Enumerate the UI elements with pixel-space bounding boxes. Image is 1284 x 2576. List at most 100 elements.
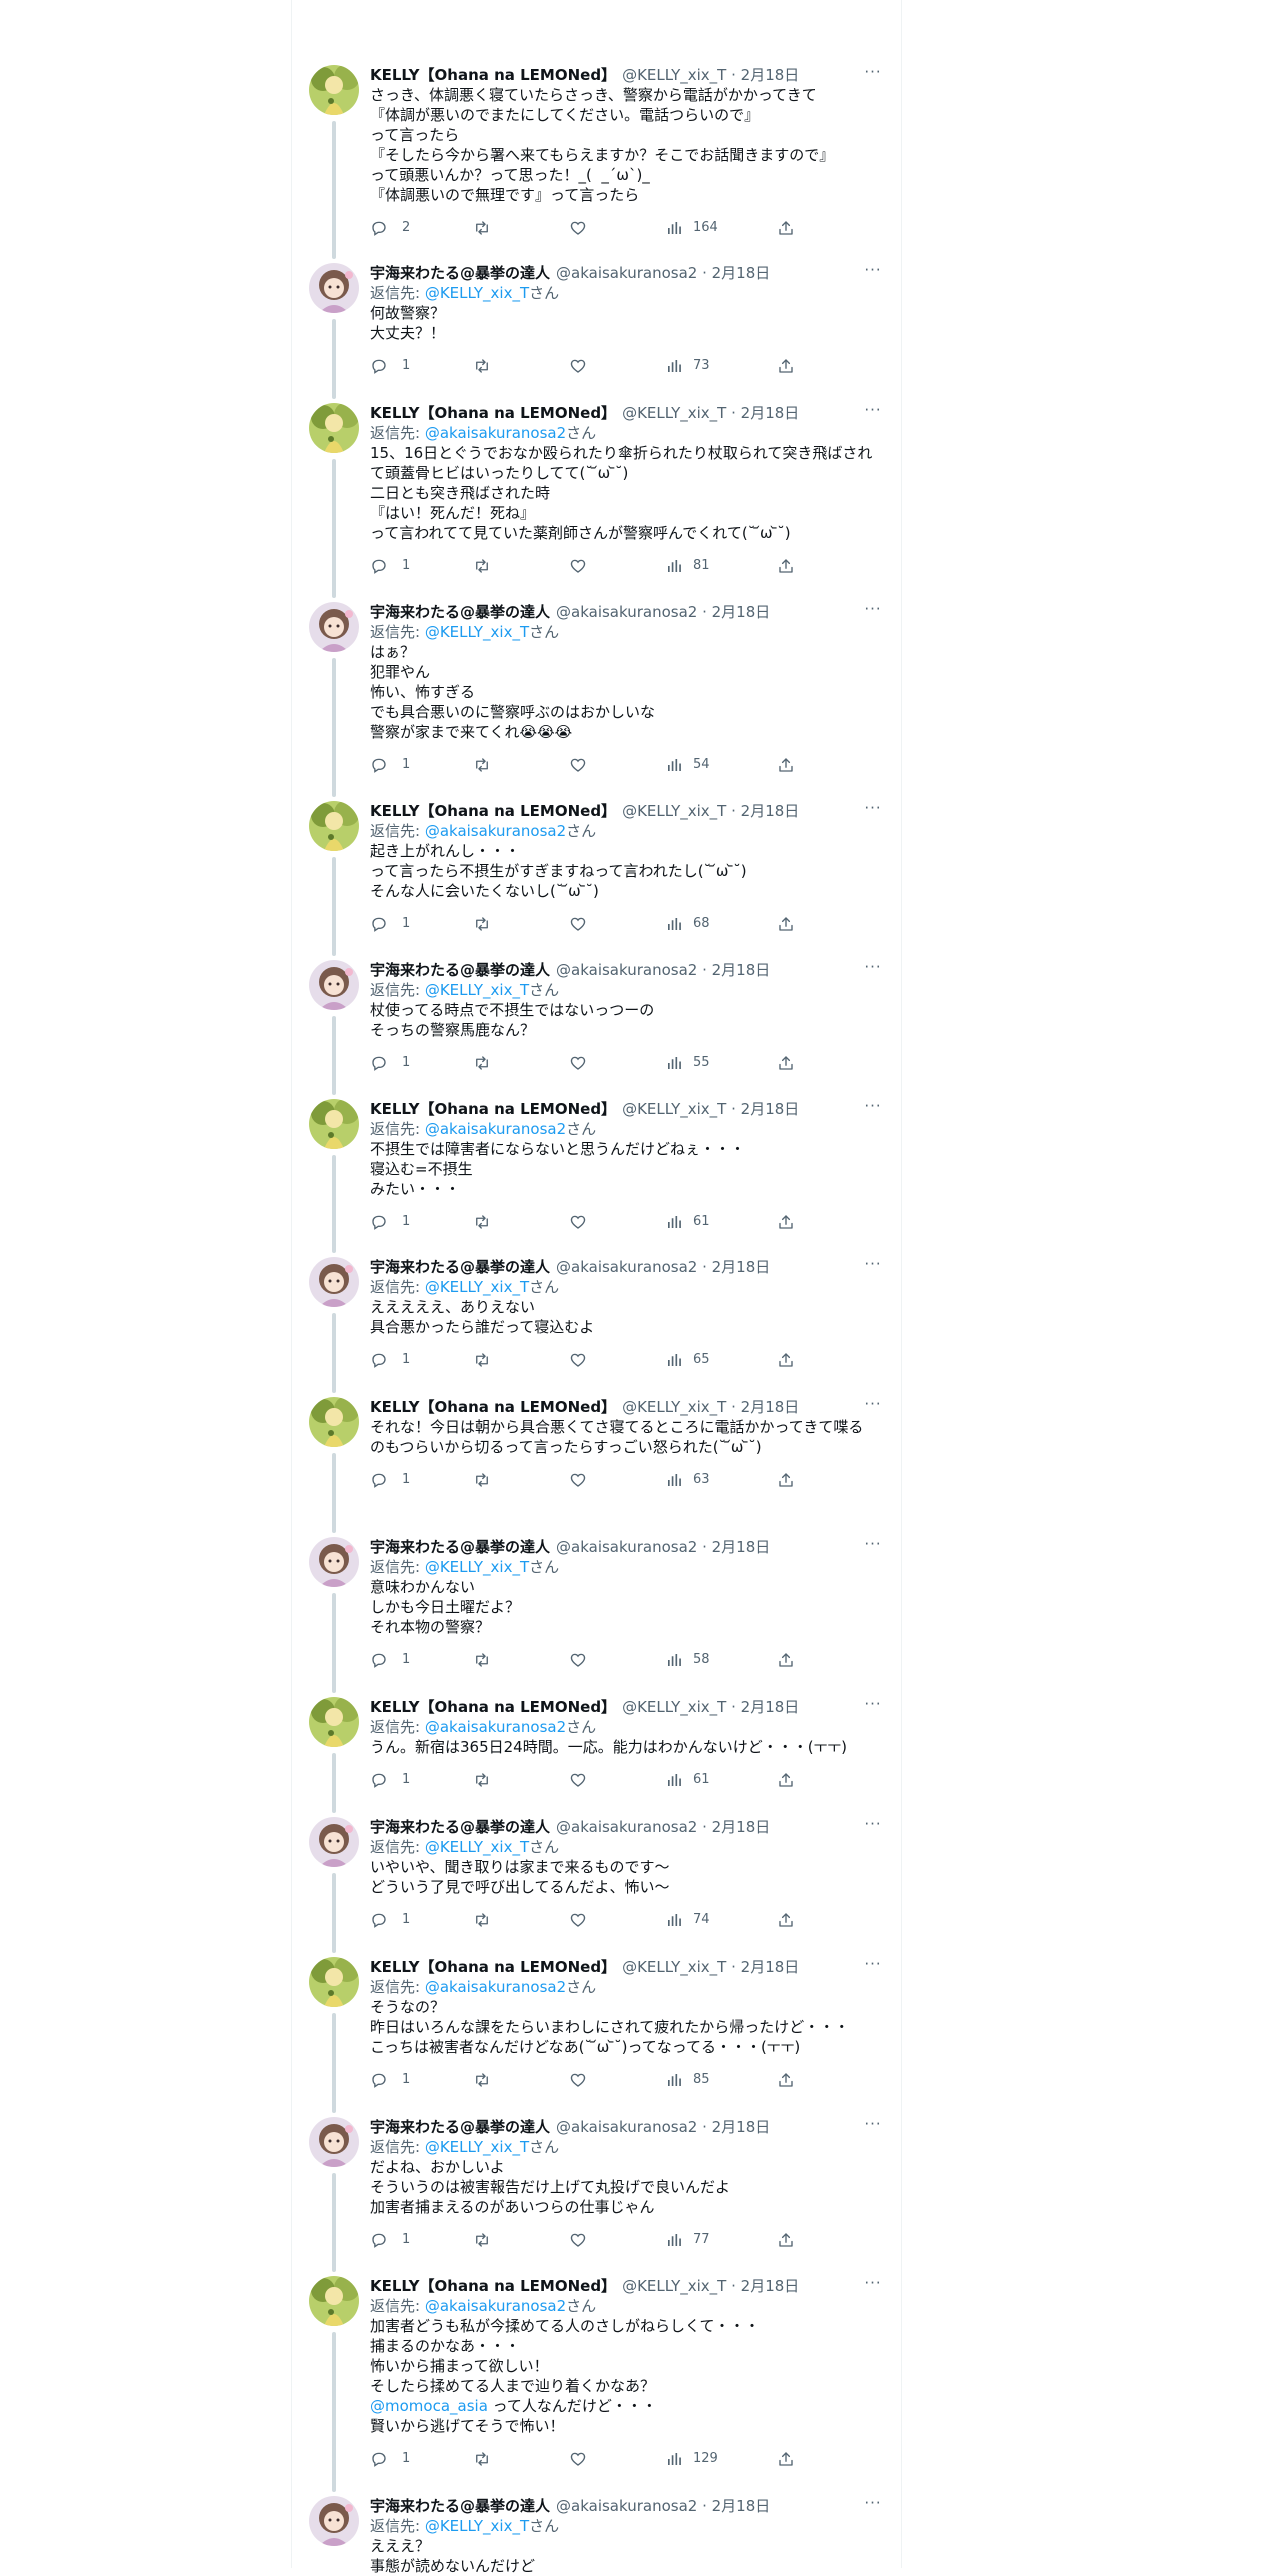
reply-button[interactable]: 1 [370, 1212, 410, 1232]
replying-to-handle-link[interactable]: @akaisakuranosa2 [425, 1978, 566, 1996]
views-button[interactable]: 61 [665, 1770, 710, 1790]
like-button[interactable] [569, 1650, 601, 1670]
handle-and-date[interactable]: @KELLY_xix_T · 2月18日 [622, 1398, 799, 1416]
avatar[interactable] [309, 2276, 359, 2326]
avatar[interactable] [309, 1817, 359, 1867]
retweet-button[interactable] [473, 218, 505, 238]
reply-button[interactable]: 1 [370, 2230, 410, 2250]
share-button[interactable] [777, 2070, 795, 2090]
display-name[interactable]: 宇海来わたる@暴挙の達人 [370, 2118, 550, 2136]
handle-and-date[interactable]: @KELLY_xix_T · 2月18日 [622, 1958, 799, 1976]
replying-to-handle-link[interactable]: @KELLY_xix_T [425, 1558, 529, 1576]
handle-and-date[interactable]: @akaisakuranosa2 · 2月18日 [556, 1818, 770, 1836]
retweet-button[interactable] [473, 1350, 505, 1370]
avatar[interactable] [309, 801, 359, 851]
avatar[interactable] [309, 2117, 359, 2167]
share-button[interactable] [777, 1470, 795, 1490]
handle-and-date[interactable]: @KELLY_xix_T · 2月18日 [622, 66, 799, 84]
views-button[interactable]: 61 [665, 1212, 710, 1232]
display-name[interactable]: KELLY【Ohana na LEMONed】 [370, 1100, 616, 1118]
share-button[interactable] [777, 2449, 795, 2469]
reply-button[interactable]: 1 [370, 356, 410, 376]
views-button[interactable]: 129 [665, 2449, 718, 2469]
more-options-icon[interactable]: ··· [862, 263, 884, 283]
reply-button[interactable]: 1 [370, 914, 410, 934]
retweet-button[interactable] [473, 755, 505, 775]
display-name[interactable]: 宇海来わたる@暴挙の達人 [370, 1818, 550, 1836]
share-button[interactable] [777, 1770, 795, 1790]
views-button[interactable]: 68 [665, 914, 710, 934]
more-options-icon[interactable]: ··· [862, 801, 884, 821]
more-options-icon[interactable]: ··· [862, 1957, 884, 1977]
reply-button[interactable]: 1 [370, 1650, 410, 1670]
replying-to-handle-link[interactable]: @KELLY_xix_T [425, 981, 529, 999]
handle-and-date[interactable]: @KELLY_xix_T · 2月18日 [622, 802, 799, 820]
more-options-icon[interactable]: ··· [862, 1257, 884, 1277]
handle-and-date[interactable]: @akaisakuranosa2 · 2月18日 [556, 961, 770, 979]
handle-and-date[interactable]: @KELLY_xix_T · 2月18日 [622, 404, 799, 422]
retweet-button[interactable] [473, 1470, 505, 1490]
share-button[interactable] [777, 914, 795, 934]
views-button[interactable]: 74 [665, 1910, 710, 1930]
display-name[interactable]: 宇海来わたる@暴挙の達人 [370, 603, 550, 621]
replying-to-handle-link[interactable]: @akaisakuranosa2 [425, 1718, 566, 1736]
views-button[interactable]: 54 [665, 755, 710, 775]
share-button[interactable] [777, 556, 795, 576]
share-button[interactable] [777, 2230, 795, 2250]
views-button[interactable]: 73 [665, 356, 710, 376]
like-button[interactable] [569, 755, 601, 775]
reply-button[interactable]: 1 [370, 2449, 410, 2469]
more-options-icon[interactable]: ··· [862, 1817, 884, 1837]
avatar[interactable] [309, 1957, 359, 2007]
reply-button[interactable]: 1 [370, 1910, 410, 1930]
avatar[interactable] [309, 65, 359, 115]
replying-to-handle-link[interactable]: @KELLY_xix_T [425, 284, 529, 302]
like-button[interactable] [569, 1470, 601, 1490]
avatar[interactable] [309, 1537, 359, 1587]
like-button[interactable] [569, 2449, 601, 2469]
like-button[interactable] [569, 1910, 601, 1930]
reply-button[interactable]: 1 [370, 1350, 410, 1370]
avatar[interactable] [309, 602, 359, 652]
replying-to-handle-link[interactable]: @akaisakuranosa2 [425, 1120, 566, 1138]
display-name[interactable]: KELLY【Ohana na LEMONed】 [370, 1958, 616, 1976]
views-button[interactable]: 81 [665, 556, 710, 576]
reply-button[interactable]: 1 [370, 1053, 410, 1073]
replying-to-handle-link[interactable]: @KELLY_xix_T [425, 2517, 529, 2535]
display-name[interactable]: 宇海来わたる@暴挙の達人 [370, 264, 550, 282]
avatar[interactable] [309, 1099, 359, 1149]
views-button[interactable]: 65 [665, 1350, 710, 1370]
share-button[interactable] [777, 356, 795, 376]
replying-to-handle-link[interactable]: @KELLY_xix_T [425, 2138, 529, 2156]
more-options-icon[interactable]: ··· [862, 2276, 884, 2296]
avatar[interactable] [309, 403, 359, 453]
retweet-button[interactable] [473, 2070, 505, 2090]
like-button[interactable] [569, 2070, 601, 2090]
views-button[interactable]: 63 [665, 1470, 710, 1490]
more-options-icon[interactable]: ··· [862, 2117, 884, 2137]
share-button[interactable] [777, 1650, 795, 1670]
views-button[interactable]: 85 [665, 2070, 710, 2090]
more-options-icon[interactable]: ··· [862, 1537, 884, 1557]
like-button[interactable] [569, 1350, 601, 1370]
display-name[interactable]: 宇海来わたる@暴挙の達人 [370, 1538, 550, 1556]
handle-and-date[interactable]: @akaisakuranosa2 · 2月18日 [556, 2118, 770, 2136]
more-options-icon[interactable]: ··· [862, 960, 884, 980]
like-button[interactable] [569, 556, 601, 576]
handle-and-date[interactable]: @KELLY_xix_T · 2月18日 [622, 1100, 799, 1118]
retweet-button[interactable] [473, 1053, 505, 1073]
more-options-icon[interactable]: ··· [862, 1099, 884, 1119]
share-button[interactable] [777, 1350, 795, 1370]
more-options-icon[interactable]: ··· [862, 65, 884, 85]
retweet-button[interactable] [473, 2230, 505, 2250]
like-button[interactable] [569, 1212, 601, 1232]
replying-to-handle-link[interactable]: @akaisakuranosa2 [425, 822, 566, 840]
avatar[interactable] [309, 1697, 359, 1747]
display-name[interactable]: 宇海来わたる@暴挙の達人 [370, 961, 550, 979]
display-name[interactable]: KELLY【Ohana na LEMONed】 [370, 2277, 616, 2295]
display-name[interactable]: KELLY【Ohana na LEMONed】 [370, 1398, 616, 1416]
share-button[interactable] [777, 755, 795, 775]
more-options-icon[interactable]: ··· [862, 602, 884, 622]
retweet-button[interactable] [473, 356, 505, 376]
display-name[interactable]: KELLY【Ohana na LEMONed】 [370, 802, 616, 820]
